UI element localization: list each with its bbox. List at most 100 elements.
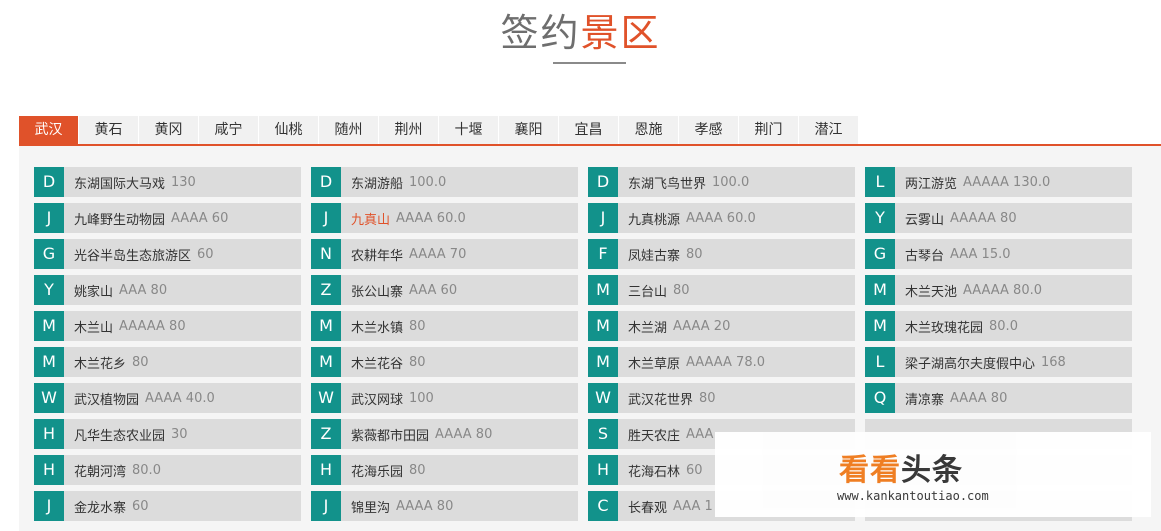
scenic-spot-info: 80 <box>673 282 690 298</box>
scenic-spot-item[interactable]: J 九真山 AAAA 60.0 <box>311 203 578 233</box>
scenic-spot-name[interactable]: 农耕年华 <box>351 245 403 264</box>
scenic-spot-item[interactable]: H 花朝河湾 80.0 <box>34 455 301 485</box>
initial-letter-badge: Y <box>34 275 64 305</box>
title-underline <box>553 62 626 64</box>
scenic-spot-item[interactable]: M 木兰花乡 80 <box>34 347 301 377</box>
scenic-spot-name[interactable]: 凤娃古寨 <box>628 245 680 264</box>
scenic-spot-item[interactable]: M 木兰草原 AAAAA 78.0 <box>588 347 855 377</box>
tab-city[interactable]: 荆州 <box>379 116 439 144</box>
scenic-spot-name[interactable]: 长春观 <box>628 497 667 516</box>
scenic-spot-item[interactable]: J 锦里沟 AAAA 80 <box>311 491 578 521</box>
initial-letter-badge: D <box>34 167 64 197</box>
scenic-spot-item[interactable]: M 木兰山 AAAAA 80 <box>34 311 301 341</box>
scenic-spot-item[interactable]: L 梁子湖高尔夫度假中心 168 <box>865 347 1132 377</box>
tab-city[interactable]: 潜江 <box>799 116 859 144</box>
scenic-spot-item[interactable]: H 花海乐园 80 <box>311 455 578 485</box>
scenic-spot-name[interactable]: 东湖飞鸟世界 <box>628 173 706 192</box>
scenic-spot-item[interactable]: W 武汉植物园 AAAA 40.0 <box>34 383 301 413</box>
scenic-spot-info: AAAA 40.0 <box>145 390 215 406</box>
scenic-spot-item[interactable]: Q 清凉寨 AAAA 80 <box>865 383 1132 413</box>
scenic-spot-item[interactable]: F 凤娃古寨 80 <box>588 239 855 269</box>
scenic-spot-name[interactable]: 木兰水镇 <box>351 317 403 336</box>
scenic-spot-item[interactable]: D 东湖国际大马戏 130 <box>34 167 301 197</box>
scenic-spot-name[interactable]: 花海石林 <box>628 461 680 480</box>
scenic-spot-info: AAA 1 <box>673 498 713 514</box>
tab-city[interactable]: 宜昌 <box>559 116 619 144</box>
scenic-spot-name[interactable]: 东湖国际大马戏 <box>74 173 165 192</box>
scenic-spot-info: 100.0 <box>409 174 447 190</box>
scenic-spot-name[interactable]: 九真山 <box>351 209 390 228</box>
scenic-spot-item[interactable]: J 九峰野生动物园 AAAA 60 <box>34 203 301 233</box>
scenic-spot-name[interactable]: 胜天农庄 <box>628 425 680 444</box>
scenic-spot-name[interactable]: 古琴台 <box>905 245 944 264</box>
scenic-spot-name[interactable]: 梁子湖高尔夫度假中心 <box>905 353 1035 372</box>
scenic-spot-name[interactable]: 木兰草原 <box>628 353 680 372</box>
scenic-spot-name[interactable]: 武汉网球 <box>351 389 403 408</box>
scenic-spot-name[interactable]: 武汉植物园 <box>74 389 139 408</box>
initial-letter-badge: G <box>865 239 895 269</box>
tab-city[interactable]: 襄阳 <box>499 116 559 144</box>
scenic-spot-item[interactable]: H 凡华生态农业园 30 <box>34 419 301 449</box>
scenic-spot-name[interactable]: 东湖游船 <box>351 173 403 192</box>
scenic-spot-info: AAAAA 80.0 <box>963 282 1043 298</box>
scenic-spot-item[interactable]: W 武汉网球 100 <box>311 383 578 413</box>
scenic-spot-name[interactable]: 武汉花世界 <box>628 389 693 408</box>
scenic-spot-item[interactable]: D 东湖飞鸟世界 100.0 <box>588 167 855 197</box>
watermark-url: www.kankantoutiao.com <box>837 489 989 503</box>
scenic-spot-item[interactable]: Z 张公山寨 AAA 60 <box>311 275 578 305</box>
scenic-spot-item[interactable]: W 武汉花世界 80 <box>588 383 855 413</box>
scenic-spot-name[interactable]: 两江游览 <box>905 173 957 192</box>
scenic-spot-item[interactable]: Y 云雾山 AAAAA 80 <box>865 203 1132 233</box>
scenic-spot-name[interactable]: 木兰湖 <box>628 317 667 336</box>
scenic-spot-name[interactable]: 木兰玫瑰花园 <box>905 317 983 336</box>
scenic-spot-name[interactable]: 木兰天池 <box>905 281 957 300</box>
tab-city[interactable]: 随州 <box>319 116 379 144</box>
scenic-spot-name[interactable]: 紫薇都市田园 <box>351 425 429 444</box>
scenic-spot-info: 60 <box>686 462 703 478</box>
scenic-spot-name[interactable]: 木兰花谷 <box>351 353 403 372</box>
scenic-spot-name[interactable]: 九真桃源 <box>628 209 680 228</box>
tab-city[interactable]: 仙桃 <box>259 116 319 144</box>
scenic-spot-info: 60 <box>132 498 149 514</box>
scenic-spot-name[interactable]: 锦里沟 <box>351 497 390 516</box>
scenic-spot-name[interactable]: 花海乐园 <box>351 461 403 480</box>
scenic-spot-item[interactable]: L 两江游览 AAAAA 130.0 <box>865 167 1132 197</box>
scenic-spot-item[interactable]: D 东湖游船 100.0 <box>311 167 578 197</box>
scenic-spot-name[interactable]: 凡华生态农业园 <box>74 425 165 444</box>
tab-city[interactable]: 十堰 <box>439 116 499 144</box>
scenic-spot-item[interactable]: M 三台山 80 <box>588 275 855 305</box>
tab-city[interactable]: 孝感 <box>679 116 739 144</box>
scenic-spot-name[interactable]: 九峰野生动物园 <box>74 209 165 228</box>
scenic-spot-item[interactable]: J 九真桃源 AAAA 60.0 <box>588 203 855 233</box>
scenic-spot-item[interactable]: G 古琴台 AAA 15.0 <box>865 239 1132 269</box>
scenic-spot-item[interactable]: Z 紫薇都市田园 AAAA 80 <box>311 419 578 449</box>
scenic-spot-name[interactable]: 金龙水寨 <box>74 497 126 516</box>
scenic-spot-name[interactable]: 姚家山 <box>74 281 113 300</box>
scenic-spot-name[interactable]: 木兰花乡 <box>74 353 126 372</box>
scenic-spot-name[interactable]: 三台山 <box>628 281 667 300</box>
scenic-spot-name[interactable]: 花朝河湾 <box>74 461 126 480</box>
tab-city[interactable]: 黄冈 <box>139 116 199 144</box>
initial-letter-badge: M <box>865 311 895 341</box>
scenic-spot-item[interactable]: M 木兰天池 AAAAA 80.0 <box>865 275 1132 305</box>
scenic-spot-item[interactable]: Y 姚家山 AAA 80 <box>34 275 301 305</box>
tab-city[interactable]: 黄石 <box>79 116 139 144</box>
scenic-spot-name[interactable]: 木兰山 <box>74 317 113 336</box>
scenic-spot-item[interactable]: M 木兰水镇 80 <box>311 311 578 341</box>
tab-city[interactable]: 荆门 <box>739 116 799 144</box>
tab-city[interactable]: 咸宁 <box>199 116 259 144</box>
scenic-spot-item[interactable]: M 木兰玫瑰花园 80.0 <box>865 311 1132 341</box>
scenic-spot-item[interactable]: J 金龙水寨 60 <box>34 491 301 521</box>
scenic-spot-name[interactable]: 张公山寨 <box>351 281 403 300</box>
scenic-spot-name[interactable]: 清凉寨 <box>905 389 944 408</box>
scenic-spot-item[interactable]: G 光谷半岛生态旅游区 60 <box>34 239 301 269</box>
tab-city[interactable]: 武汉 <box>19 116 79 144</box>
scenic-spot-name[interactable]: 光谷半岛生态旅游区 <box>74 245 191 264</box>
initial-letter-badge: F <box>588 239 618 269</box>
scenic-spot-item[interactable]: M 木兰湖 AAAA 20 <box>588 311 855 341</box>
scenic-spot-item[interactable]: N 农耕年华 AAAA 70 <box>311 239 578 269</box>
tab-city[interactable]: 恩施 <box>619 116 679 144</box>
initial-letter-badge: M <box>588 347 618 377</box>
scenic-spot-item[interactable]: M 木兰花谷 80 <box>311 347 578 377</box>
scenic-spot-name[interactable]: 云雾山 <box>905 209 944 228</box>
